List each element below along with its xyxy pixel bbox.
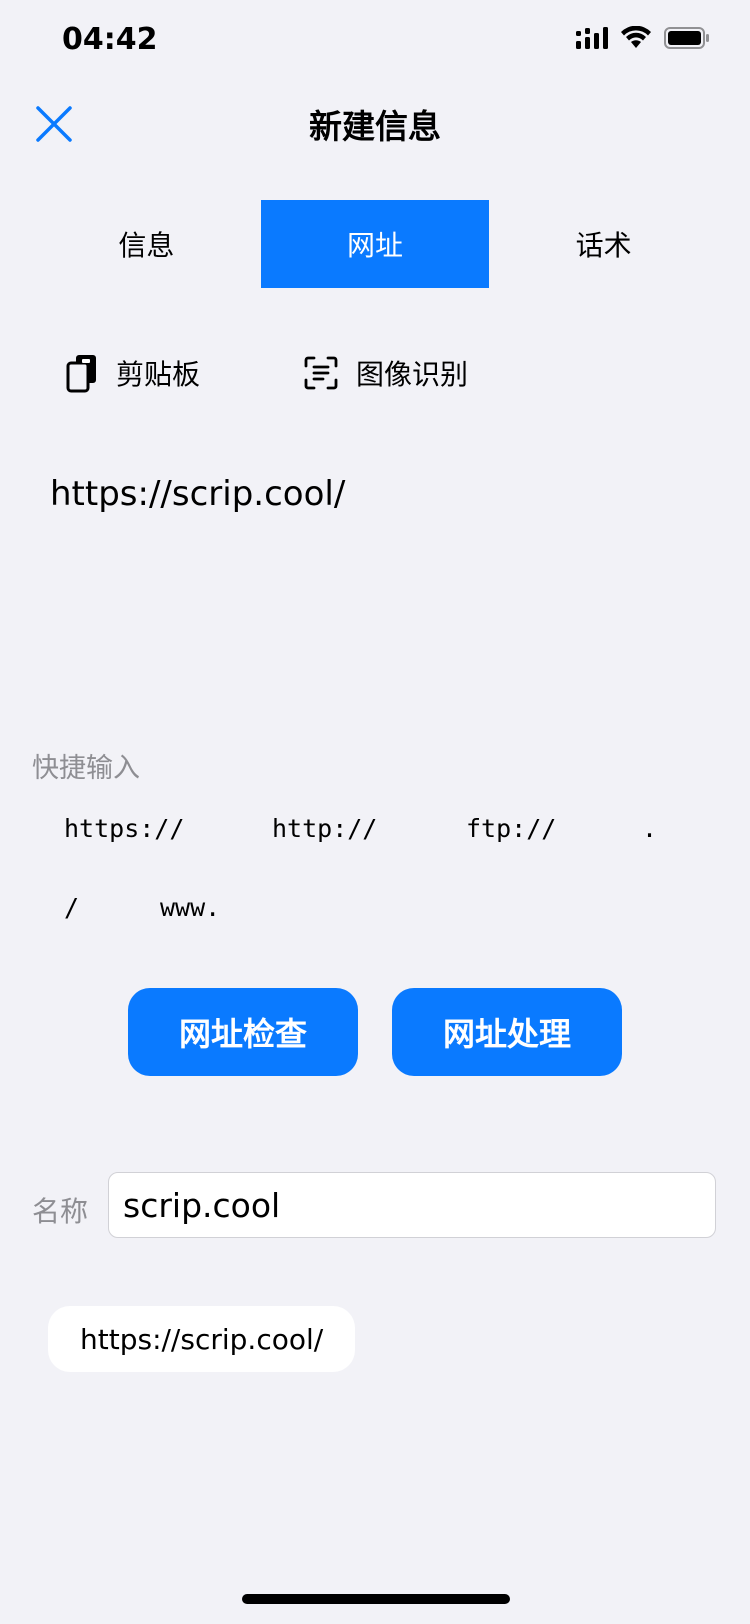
quick-chip-slash[interactable]: / <box>64 893 79 922</box>
quick-chip-https[interactable]: https:// <box>64 814 184 843</box>
quick-chip-www[interactable]: www. <box>160 893 220 922</box>
clipboard-label: 剪贴板 <box>116 358 201 391</box>
cellular-signal-icon <box>576 27 608 49</box>
url-process-button[interactable]: 网址处理 <box>392 988 622 1076</box>
text-scan-icon <box>304 356 338 390</box>
tab-script[interactable]: 话术 <box>489 200 718 288</box>
name-field[interactable]: scrip.cool <box>108 1172 716 1238</box>
name-label: 名称 <box>32 1195 89 1228</box>
url-text-input[interactable]: https://scrip.cool/ <box>50 474 700 514</box>
url-check-button[interactable]: 网址检查 <box>128 988 358 1076</box>
quick-chip-ftp[interactable]: ftp:// <box>466 814 556 843</box>
image-recognition-label: 图像识别 <box>356 358 469 391</box>
quick-input-label: 快捷输入 <box>32 753 140 784</box>
tab-url[interactable]: 网址 <box>260 200 490 288</box>
wifi-icon <box>621 26 651 48</box>
home-indicator <box>242 1594 510 1604</box>
status-time: 04:42 <box>62 22 158 57</box>
page-title: 新建信息 <box>309 107 441 146</box>
clipboard-button[interactable]: 剪贴板 <box>66 350 200 396</box>
quick-chip-http[interactable]: http:// <box>272 814 377 843</box>
image-recognition-button[interactable]: 图像识别 <box>304 350 468 396</box>
url-chip[interactable]: https://scrip.cool/ <box>48 1306 356 1372</box>
clipboard-icon <box>66 355 96 393</box>
segmented-tabs: 信息 网址 话术 <box>32 200 718 288</box>
status-icons <box>576 26 710 50</box>
battery-icon <box>664 27 709 49</box>
tab-info[interactable]: 信息 <box>32 200 261 288</box>
quick-chip-dot[interactable]: . <box>642 814 657 843</box>
